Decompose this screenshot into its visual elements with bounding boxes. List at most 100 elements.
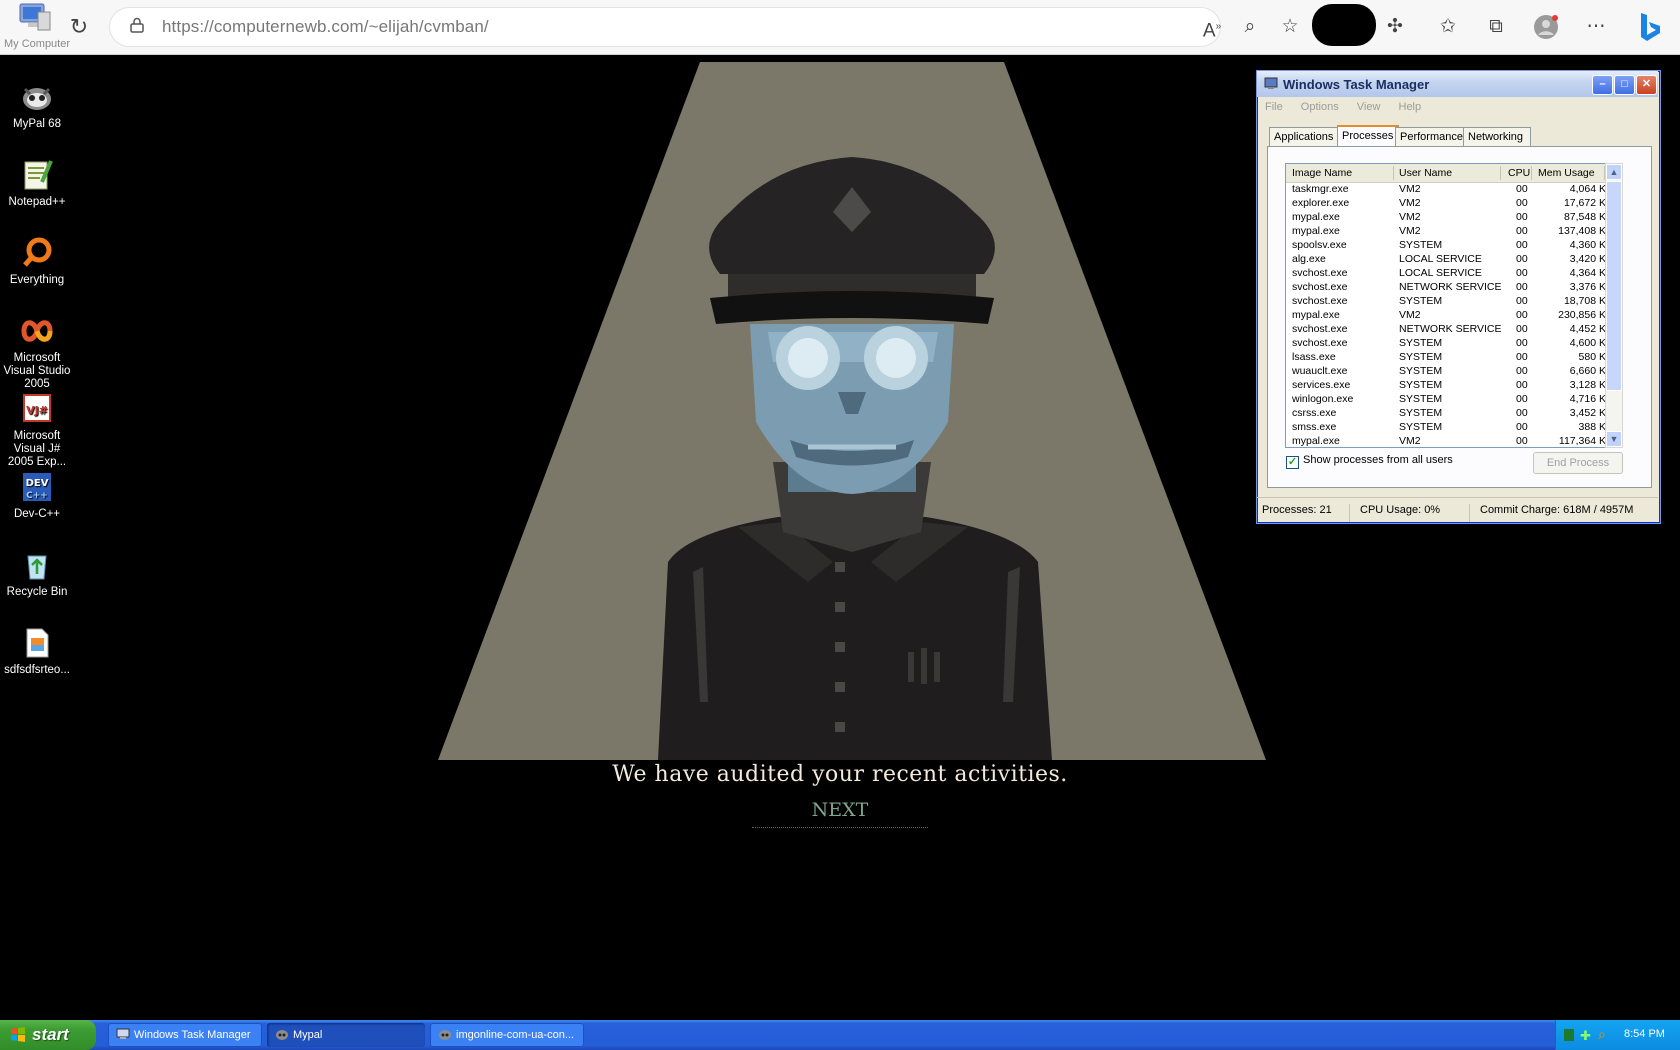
taskbar: start Windows Task Manager Mypal imgonli…: [0, 1020, 1680, 1050]
task-mypal[interactable]: Mypal: [267, 1023, 425, 1047]
desktop-icon-everything[interactable]: Everything: [0, 236, 74, 287]
table-row[interactable]: alg.exe LOCAL SERVICE 00 3,420 K: [1286, 253, 1616, 267]
lock-icon: [130, 17, 144, 33]
table-row[interactable]: wuauclt.exe SYSTEM 00 6,660 K: [1286, 365, 1616, 379]
task-task-manager[interactable]: Windows Task Manager: [108, 1023, 262, 1047]
profile-icon[interactable]: [1533, 14, 1559, 40]
table-row[interactable]: svchost.exe SYSTEM 00 4,600 K: [1286, 337, 1616, 351]
next-button[interactable]: NEXT: [752, 799, 928, 828]
menu-help[interactable]: Help: [1399, 101, 1422, 113]
desktop-icon-mypal[interactable]: MyPal 68: [0, 80, 74, 131]
table-row[interactable]: spoolsv.exe SYSTEM 00 4,360 K: [1286, 239, 1616, 253]
scroll-up-icon[interactable]: ▲: [1606, 164, 1622, 180]
close-button[interactable]: ✕: [1636, 75, 1657, 95]
bing-icon[interactable]: [1632, 10, 1664, 44]
desktop-icon-label: Recycle Bin: [6, 586, 68, 598]
address-bar[interactable]: https://computernewb.com/~elijah/cvmban/: [110, 8, 1220, 46]
start-label: start: [32, 1025, 69, 1044]
status-bar: Processes: 21 CPU Usage: 0% Commit Charg…: [1257, 497, 1658, 522]
tray-search-icon[interactable]: ⌕: [1598, 1026, 1606, 1043]
collections-icon[interactable]: ⧉: [1483, 14, 1509, 40]
tray-network-icon[interactable]: [1564, 1029, 1574, 1041]
table-row[interactable]: csrss.exe SYSTEM 00 3,452 K: [1286, 407, 1616, 421]
process-image-name: services.exe: [1292, 379, 1351, 391]
windows-flag-icon: [11, 1027, 25, 1042]
tab-networking[interactable]: Networking: [1463, 127, 1531, 146]
more-icon[interactable]: ⋯: [1583, 14, 1609, 40]
table-row[interactable]: svchost.exe LOCAL SERVICE 00 4,364 K: [1286, 267, 1616, 281]
desktop-icon-label: MyPal 68: [13, 118, 61, 130]
tab-performance[interactable]: Performance: [1395, 127, 1467, 146]
desktop-icon-visual-studio[interactable]: Microsoft Visual Studio 2005: [0, 314, 74, 391]
col-cpu[interactable]: CPU: [1508, 167, 1530, 179]
end-process-button[interactable]: End Process: [1533, 452, 1623, 474]
maximize-button[interactable]: □: [1614, 75, 1635, 95]
table-row[interactable]: mypal.exe VM2 00 87,548 K: [1286, 211, 1616, 225]
menu-file[interactable]: File: [1265, 101, 1283, 113]
tab-processes[interactable]: Processes: [1337, 125, 1399, 148]
table-row[interactable]: mypal.exe VM2 00 137,408 K: [1286, 225, 1616, 239]
redacted-extension-icon[interactable]: [1312, 4, 1376, 46]
tray-update-icon[interactable]: ✚: [1580, 1028, 1591, 1044]
process-mem-usage: 4,364 K: [1569, 267, 1606, 279]
table-row[interactable]: winlogon.exe SYSTEM 00 4,716 K: [1286, 393, 1616, 407]
desktop-icon-devcpp[interactable]: DEV C++ Dev-C++: [0, 470, 74, 521]
zoom-out-icon[interactable]: ⌕: [1237, 14, 1263, 40]
process-mem-usage: 18,708 K: [1563, 295, 1606, 307]
menu-options[interactable]: Options: [1301, 101, 1339, 113]
table-row[interactable]: mypal.exe VM2 00 230,856 K: [1286, 309, 1616, 323]
table-row[interactable]: svchost.exe NETWORK SERVICE 00 3,376 K: [1286, 281, 1616, 295]
menu-view[interactable]: View: [1357, 101, 1381, 113]
show-all-label: Show processes from all users: [1303, 454, 1453, 466]
svg-text:DEV: DEV: [26, 478, 49, 489]
process-list[interactable]: Image Name User Name CPU Mem Usage taskm…: [1285, 163, 1617, 448]
process-image-name: svchost.exe: [1292, 295, 1348, 307]
scroll-down-icon[interactable]: ▼: [1606, 431, 1622, 447]
table-row[interactable]: mypal.exe VM2 00 117,364 K: [1286, 435, 1616, 447]
task-imgonline[interactable]: imgonline-com-ua-con...: [430, 1023, 584, 1047]
show-all-users-checkbox[interactable]: ✓ Show processes from all users: [1286, 454, 1453, 469]
desktop-icon-visual-jsharp[interactable]: VJ# Microsoft Visual J# 2005 Exp...: [0, 392, 74, 469]
my-computer-icon[interactable]: [18, 2, 52, 34]
col-user-name[interactable]: User Name: [1399, 167, 1452, 179]
image-file-icon: [20, 626, 54, 660]
table-row[interactable]: smss.exe SYSTEM 00 388 K: [1286, 421, 1616, 435]
favorites-icon[interactable]: ✩: [1435, 14, 1461, 40]
col-image-name[interactable]: Image Name: [1292, 167, 1352, 179]
table-row[interactable]: explorer.exe VM2 00 17,672 K: [1286, 197, 1616, 211]
process-cpu: 00: [1516, 239, 1528, 251]
mypal-icon: [439, 1030, 451, 1040]
process-list-scrollbar[interactable]: ▲ ▼: [1605, 163, 1623, 448]
table-row[interactable]: taskmgr.exe VM2 00 4,064 K: [1286, 183, 1616, 197]
table-row[interactable]: svchost.exe SYSTEM 00 18,708 K: [1286, 295, 1616, 309]
process-image-name: csrss.exe: [1292, 407, 1337, 419]
process-cpu: 00: [1516, 253, 1528, 265]
desktop-icon-file[interactable]: sdfsdfsrteo...: [0, 626, 74, 677]
tab-applications[interactable]: Applications: [1269, 127, 1341, 146]
add-favorite-icon[interactable]: ☆: [1277, 14, 1303, 40]
process-mem-usage: 3,452 K: [1569, 407, 1606, 419]
process-image-name: mypal.exe: [1292, 435, 1340, 447]
process-user-name: SYSTEM: [1399, 365, 1443, 377]
table-row[interactable]: services.exe SYSTEM 00 3,128 K: [1286, 379, 1616, 393]
extensions-icon[interactable]: ✣: [1382, 14, 1408, 40]
read-aloud-icon[interactable]: A»: [1199, 14, 1225, 41]
table-row[interactable]: svchost.exe NETWORK SERVICE 00 4,452 K: [1286, 323, 1616, 337]
mypal-icon: [20, 80, 54, 114]
table-row[interactable]: lsass.exe SYSTEM 00 580 K: [1286, 351, 1616, 365]
process-cpu: 00: [1516, 379, 1528, 391]
process-mem-usage: 4,716 K: [1569, 393, 1606, 405]
process-user-name: NETWORK SERVICE: [1399, 281, 1502, 293]
desktop-icon-recycle-bin[interactable]: Recycle Bin: [0, 548, 74, 599]
desktop-icon-notepadpp[interactable]: Notepad++: [0, 158, 74, 209]
process-mem-usage: 4,600 K: [1569, 337, 1606, 349]
reload-icon[interactable]: ↻: [66, 14, 92, 40]
start-button[interactable]: start: [0, 1020, 96, 1050]
col-mem-usage[interactable]: Mem Usage: [1538, 167, 1595, 179]
scroll-thumb[interactable]: [1606, 181, 1622, 391]
process-user-name: SYSTEM: [1399, 407, 1443, 419]
title-bar[interactable]: Windows Task Manager – □ ✕: [1257, 71, 1658, 97]
process-image-name: smss.exe: [1292, 421, 1337, 433]
minimize-button[interactable]: –: [1592, 75, 1613, 95]
process-image-name: winlogon.exe: [1292, 393, 1354, 405]
